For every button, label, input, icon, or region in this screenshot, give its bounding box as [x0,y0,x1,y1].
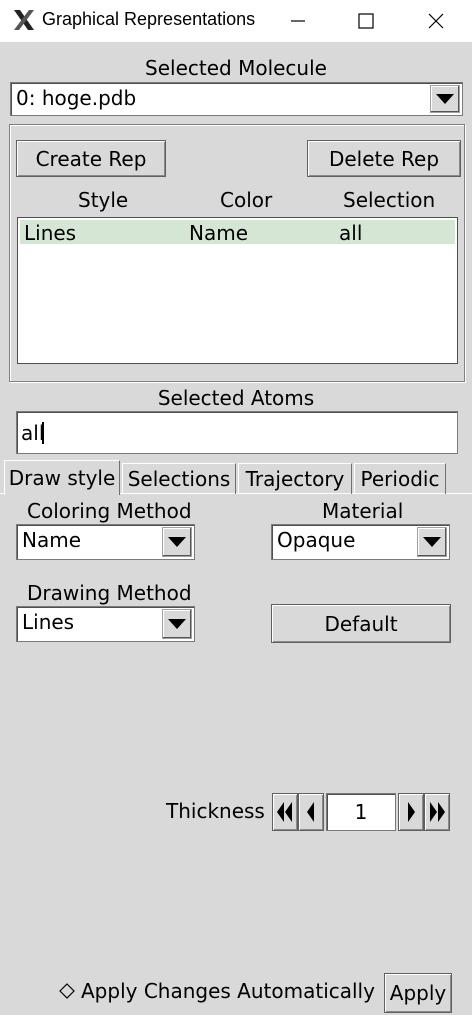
coloring-method-value: Name [22,528,82,552]
tab-draw-style[interactable]: Draw style [4,460,120,495]
reps-list[interactable]: Lines Name all [17,217,458,364]
tab-trajectory[interactable]: Trajectory [238,463,352,494]
minimize-button[interactable] [268,0,328,42]
tab-selections[interactable]: Selections [122,463,236,494]
apply-button[interactable]: Apply [384,973,452,1013]
selected-atoms-value: all [21,421,45,445]
apply-auto-label[interactable]: Apply Changes Automatically [81,979,375,1003]
apply-auto-checkbox[interactable] [59,983,75,999]
diamond-checkbox-icon [59,983,75,999]
minimize-icon [291,20,305,22]
drawing-method-value: Lines [22,610,75,634]
drawing-method-select[interactable]: Lines [16,606,195,642]
close-button[interactable] [406,0,466,42]
text-cursor [42,422,44,444]
molecule-select[interactable]: 0: hoge.pdb [10,82,463,116]
rep-selection-cell: all [339,221,363,245]
double-right-arrow-icon [430,802,445,822]
rep-color-cell: Name [189,221,249,245]
close-icon [428,13,444,29]
column-header-style: Style [78,188,129,212]
coloring-method-label: Coloring Method [27,499,192,523]
x-app-icon [14,10,34,30]
thickness-input[interactable]: 1 [326,793,396,831]
chevron-down-icon[interactable] [417,527,447,557]
window-titlebar[interactable]: Graphical Representations [0,0,472,42]
maximize-button[interactable] [336,0,396,42]
drawing-method-label: Drawing Method [27,581,192,605]
default-button[interactable]: Default [271,604,451,643]
material-value: Opaque [277,528,356,552]
thickness-increase-fast-button[interactable] [424,793,450,831]
material-label: Material [322,499,404,523]
tab-periodic[interactable]: Periodic [354,463,446,494]
material-select[interactable]: Opaque [271,524,450,560]
chevron-down-icon[interactable] [430,85,460,113]
create-rep-button[interactable]: Create Rep [16,140,166,177]
thickness-decrease-fast-button[interactable] [272,793,298,831]
chevron-down-icon[interactable] [162,609,192,639]
thickness-value: 1 [354,800,368,824]
selected-atoms-input[interactable]: all [16,411,458,454]
chevron-down-icon[interactable] [162,527,192,557]
left-arrow-icon [307,802,314,822]
molecule-select-value: 0: hoge.pdb [16,86,137,110]
delete-rep-button[interactable]: Delete Rep [307,140,461,177]
coloring-method-select[interactable]: Name [16,524,195,560]
selected-atoms-label: Selected Atoms [157,386,315,410]
thickness-label: Thickness [166,799,265,823]
maximize-icon [358,13,374,29]
right-arrow-icon [408,802,415,822]
column-header-color: Color [220,188,273,212]
table-row[interactable]: Lines Name all [20,220,455,245]
rep-style-cell: Lines [24,221,77,245]
thickness-increase-button[interactable] [398,793,424,831]
thickness-decrease-button[interactable] [298,793,324,831]
double-left-arrow-icon [277,802,292,822]
window-title: Graphical Representations [42,9,256,29]
column-header-selection: Selection [343,188,436,212]
selected-molecule-label: Selected Molecule [145,56,327,80]
